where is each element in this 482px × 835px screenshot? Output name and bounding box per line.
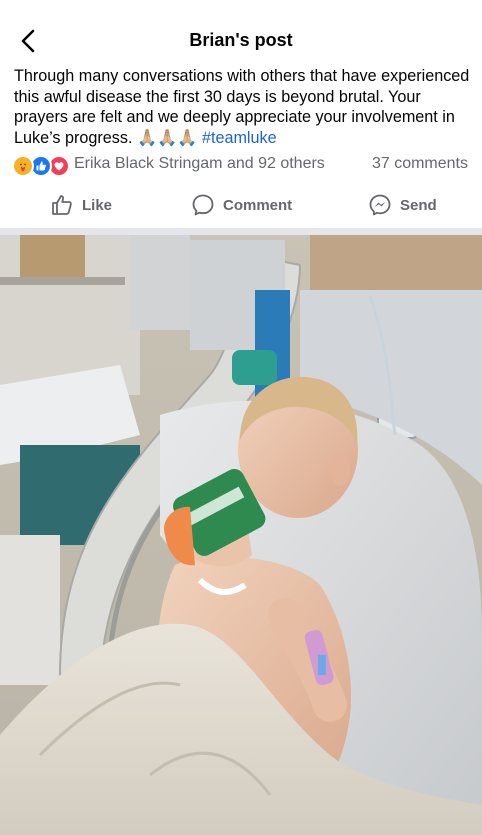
hashtag-link[interactable]: #teamluke <box>202 129 277 147</box>
hospital-photo-illustration <box>0 235 482 835</box>
send-button[interactable]: Send <box>368 192 437 218</box>
reaction-summary[interactable]: Erika Black Stringam and 92 others 37 co… <box>12 152 470 177</box>
section-divider <box>0 228 482 235</box>
care-reaction-icon <box>12 155 34 177</box>
action-bar: Like Comment Send <box>0 186 482 224</box>
reaction-names[interactable]: Erika Black Stringam and 92 others <box>74 155 325 173</box>
like-button[interactable]: Like <box>50 192 112 218</box>
comment-label: Comment <box>223 196 293 214</box>
like-label: Like <box>82 196 113 214</box>
comments-count[interactable]: 37 comments <box>372 155 468 173</box>
messenger-icon <box>369 194 391 216</box>
comment-icon <box>192 194 214 216</box>
thumbs-up-icon <box>52 195 72 215</box>
page-title: Brian's post <box>189 30 293 50</box>
post-photo[interactable] <box>0 235 482 835</box>
send-label: Send <box>400 196 437 214</box>
top-bar: Brian's post <box>0 0 482 70</box>
post-text: Through many conversations with others t… <box>14 66 474 148</box>
comment-button[interactable]: Comment <box>191 192 292 218</box>
